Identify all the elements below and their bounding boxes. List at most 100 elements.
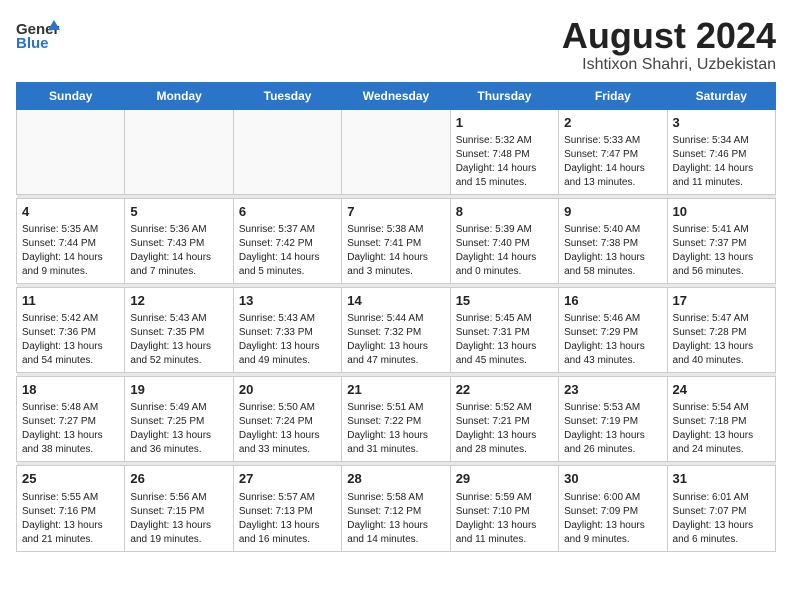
day-info: Sunrise: 5:52 AM Sunset: 7:21 PM Dayligh… [456,401,553,457]
day-number: 8 [456,203,553,221]
calendar-cell: 1 Sunrise: 5:32 AM Sunset: 7:48 PM Daylig… [450,109,558,194]
day-number: 27 [239,470,336,488]
calendar-cell: 8 Sunrise: 5:39 AM Sunset: 7:40 PM Daylig… [450,198,558,283]
weekday-header-saturday: Saturday [667,82,775,109]
calendar-cell: 2Sunrise: 5:33 AM Sunset: 7:47 PM Daylig… [559,109,667,194]
weekday-header-friday: Friday [559,82,667,109]
day-number: 17 [673,292,770,310]
calendar-cell: 4 Sunrise: 5:35 AM Sunset: 7:44 PM Daylig… [17,198,125,283]
logo: General Blue [16,16,64,52]
day-info: Sunrise: 5:45 AM Sunset: 7:31 PM Dayligh… [456,312,553,368]
day-number: 22 [456,381,553,399]
calendar-cell: 20 Sunrise: 5:50 AM Sunset: 7:24 PM Dayli… [233,377,341,462]
svg-text:Blue: Blue [16,35,49,52]
calendar-cell: 10 Sunrise: 5:41 AM Sunset: 7:37 PM Dayli… [667,198,775,283]
day-number: 23 [564,381,661,399]
calendar-cell [125,109,233,194]
title-block: August 2024 Ishtixon Shahri, Uzbekistan [562,16,776,74]
calendar-cell: 29Sunrise: 5:59 AM Sunset: 7:10 PM Dayli… [450,466,558,551]
calendar-cell: 16Sunrise: 5:46 AM Sunset: 7:29 PM Dayli… [559,287,667,372]
day-number: 1 [456,114,553,132]
day-info: Sunrise: 5:55 AM Sunset: 7:16 PM Dayligh… [22,491,119,547]
day-info: Sunrise: 6:00 AM Sunset: 7:09 PM Dayligh… [564,491,661,547]
calendar-cell: 18 Sunrise: 5:48 AM Sunset: 7:27 PM Dayli… [17,377,125,462]
day-info: Sunrise: 5:44 AM Sunset: 7:32 PM Dayligh… [347,312,444,368]
day-number: 30 [564,470,661,488]
day-number: 14 [347,292,444,310]
weekday-header-sunday: Sunday [17,82,125,109]
calendar-cell [342,109,450,194]
day-info: Sunrise: 5:40 AM Sunset: 7:38 PM Dayligh… [564,223,661,279]
month-title: August 2024 [562,16,776,56]
calendar-cell: 6Sunrise: 5:37 AM Sunset: 7:42 PM Daylig… [233,198,341,283]
day-info: Sunrise: 5:54 AM Sunset: 7:18 PM Dayligh… [673,401,770,457]
day-number: 29 [456,470,553,488]
day-number: 20 [239,381,336,399]
day-number: 31 [673,470,770,488]
calendar-cell: 19Sunrise: 5:49 AM Sunset: 7:25 PM Dayli… [125,377,233,462]
day-info: Sunrise: 5:32 AM Sunset: 7:48 PM Dayligh… [456,134,553,190]
calendar-week-2: 4 Sunrise: 5:35 AM Sunset: 7:44 PM Daylig… [17,198,776,283]
day-info: Sunrise: 5:43 AM Sunset: 7:33 PM Dayligh… [239,312,336,368]
day-info: Sunrise: 5:57 AM Sunset: 7:13 PM Dayligh… [239,491,336,547]
weekday-header-thursday: Thursday [450,82,558,109]
day-info: Sunrise: 5:39 AM Sunset: 7:40 PM Dayligh… [456,223,553,279]
day-info: Sunrise: 5:42 AM Sunset: 7:36 PM Dayligh… [22,312,119,368]
day-info: Sunrise: 5:58 AM Sunset: 7:12 PM Dayligh… [347,491,444,547]
day-number: 7 [347,203,444,221]
calendar-cell: 14 Sunrise: 5:44 AM Sunset: 7:32 PM Dayli… [342,287,450,372]
day-number: 18 [22,381,119,399]
logo-icon: General Blue [16,16,60,52]
weekday-header-monday: Monday [125,82,233,109]
day-number: 13 [239,292,336,310]
calendar-week-4: 18 Sunrise: 5:48 AM Sunset: 7:27 PM Dayli… [17,377,776,462]
weekday-header-tuesday: Tuesday [233,82,341,109]
day-number: 9 [564,203,661,221]
day-info: Sunrise: 5:50 AM Sunset: 7:24 PM Dayligh… [239,401,336,457]
calendar-cell: 27 Sunrise: 5:57 AM Sunset: 7:13 PM Dayli… [233,466,341,551]
calendar-cell: 7Sunrise: 5:38 AM Sunset: 7:41 PM Daylig… [342,198,450,283]
calendar-cell: 9 Sunrise: 5:40 AM Sunset: 7:38 PM Daylig… [559,198,667,283]
day-info: Sunrise: 5:35 AM Sunset: 7:44 PM Dayligh… [22,223,119,279]
day-number: 11 [22,292,119,310]
day-info: Sunrise: 5:34 AM Sunset: 7:46 PM Dayligh… [673,134,770,190]
calendar-cell: 3 Sunrise: 5:34 AM Sunset: 7:46 PM Daylig… [667,109,775,194]
calendar-cell: 15Sunrise: 5:45 AM Sunset: 7:31 PM Dayli… [450,287,558,372]
day-number: 25 [22,470,119,488]
day-info: Sunrise: 5:41 AM Sunset: 7:37 PM Dayligh… [673,223,770,279]
day-info: Sunrise: 5:33 AM Sunset: 7:47 PM Dayligh… [564,134,661,190]
calendar-cell: 21 Sunrise: 5:51 AM Sunset: 7:22 PM Dayli… [342,377,450,462]
calendar-cell: 13 Sunrise: 5:43 AM Sunset: 7:33 PM Dayli… [233,287,341,372]
calendar-cell: 24 Sunrise: 5:54 AM Sunset: 7:18 PM Dayli… [667,377,775,462]
day-number: 28 [347,470,444,488]
calendar-cell [17,109,125,194]
day-info: Sunrise: 6:01 AM Sunset: 7:07 PM Dayligh… [673,491,770,547]
day-number: 21 [347,381,444,399]
weekday-header-row: SundayMondayTuesdayWednesdayThursdayFrid… [17,82,776,109]
weekday-header-wednesday: Wednesday [342,82,450,109]
calendar-cell: 31 Sunrise: 6:01 AM Sunset: 7:07 PM Dayli… [667,466,775,551]
day-info: Sunrise: 5:47 AM Sunset: 7:28 PM Dayligh… [673,312,770,368]
day-info: Sunrise: 5:56 AM Sunset: 7:15 PM Dayligh… [130,491,227,547]
calendar-week-5: 25 Sunrise: 5:55 AM Sunset: 7:16 PM Dayli… [17,466,776,551]
day-number: 6 [239,203,336,221]
day-number: 12 [130,292,227,310]
day-number: 4 [22,203,119,221]
day-number: 24 [673,381,770,399]
day-info: Sunrise: 5:43 AM Sunset: 7:35 PM Dayligh… [130,312,227,368]
day-info: Sunrise: 5:51 AM Sunset: 7:22 PM Dayligh… [347,401,444,457]
day-number: 26 [130,470,227,488]
calendar-cell: 5Sunrise: 5:36 AM Sunset: 7:43 PM Daylig… [125,198,233,283]
calendar-cell: 22 Sunrise: 5:52 AM Sunset: 7:21 PM Dayli… [450,377,558,462]
calendar-cell: 25 Sunrise: 5:55 AM Sunset: 7:16 PM Dayli… [17,466,125,551]
calendar-cell: 12 Sunrise: 5:43 AM Sunset: 7:35 PM Dayli… [125,287,233,372]
calendar-cell: 11 Sunrise: 5:42 AM Sunset: 7:36 PM Dayli… [17,287,125,372]
day-info: Sunrise: 5:46 AM Sunset: 7:29 PM Dayligh… [564,312,661,368]
day-info: Sunrise: 5:48 AM Sunset: 7:27 PM Dayligh… [22,401,119,457]
day-number: 3 [673,114,770,132]
calendar-cell: 17 Sunrise: 5:47 AM Sunset: 7:28 PM Dayli… [667,287,775,372]
page-header: General Blue August 2024 Ishtixon Shahri… [16,16,776,74]
day-number: 10 [673,203,770,221]
day-info: Sunrise: 5:53 AM Sunset: 7:19 PM Dayligh… [564,401,661,457]
calendar-cell: 28 Sunrise: 5:58 AM Sunset: 7:12 PM Dayli… [342,466,450,551]
